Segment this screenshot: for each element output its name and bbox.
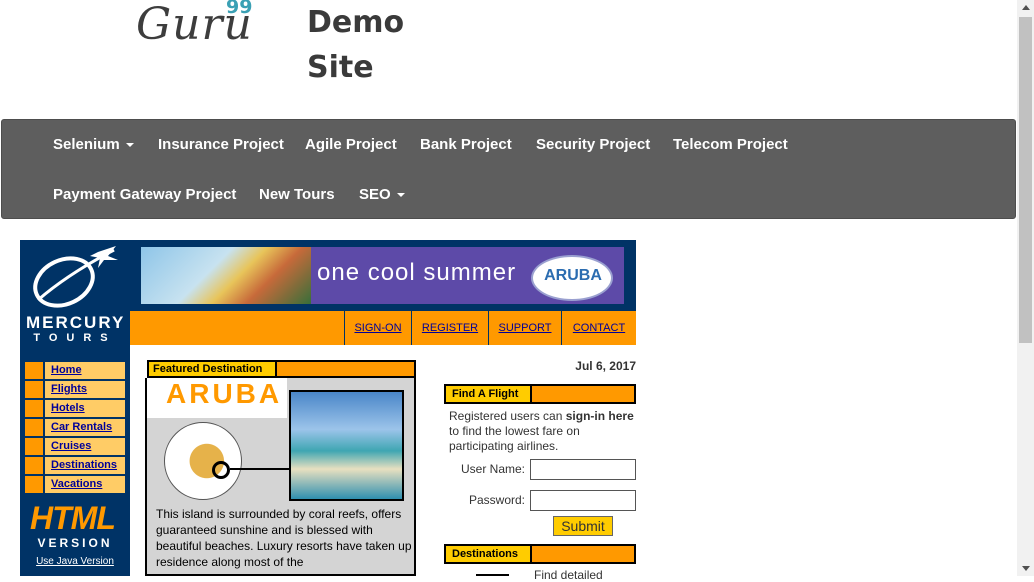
aruba-logo-text: ARUBA	[544, 267, 602, 284]
featured-description: This island is surrounded by coral reefs…	[156, 507, 412, 569]
mercury-brand: MERCURY	[26, 313, 126, 332]
scroll-down-arrow-icon[interactable]	[1022, 566, 1030, 571]
nav-selenium-label: Selenium	[53, 136, 120, 153]
side-link-flights[interactable]: Flights	[45, 381, 87, 398]
mercury-plane-logo-icon	[33, 246, 118, 308]
site-title-line2: Site	[307, 50, 374, 85]
side-link-car-rentals[interactable]: Car Rentals	[45, 419, 112, 436]
bullet-square-icon	[25, 457, 45, 474]
nav-agile-project[interactable]: Agile Project	[305, 136, 397, 153]
sign-on-link[interactable]: SIGN-ON	[344, 311, 411, 345]
html-version-badge: HTML	[30, 500, 116, 536]
globe-map-icon	[164, 422, 242, 500]
info-text-part1: Registered users can	[449, 409, 566, 423]
side-nav-row: Flights	[24, 380, 126, 399]
mercury-side-nav: Home Flights Hotels Car Rentals Cruises …	[24, 361, 126, 494]
nav-insurance-project[interactable]: Insurance Project	[158, 136, 284, 153]
side-link-destinations[interactable]: Destinations	[45, 457, 117, 474]
destinations-label-bar	[532, 544, 636, 564]
nav-bank-project[interactable]: Bank Project	[420, 136, 512, 153]
bullet-square-icon	[25, 476, 45, 493]
bullet-square-icon	[25, 381, 45, 398]
side-nav-row: Hotels	[24, 399, 126, 418]
bullet-square-icon	[25, 438, 45, 455]
sign-in-here-text: sign-in here	[565, 409, 634, 423]
username-input[interactable]	[530, 459, 636, 480]
find-flight-label-bar	[532, 384, 636, 404]
location-marker-icon	[212, 461, 230, 479]
nav-new-tours[interactable]: New Tours	[259, 186, 335, 203]
password-input[interactable]	[530, 490, 636, 511]
nav-selenium-dropdown[interactable]: Selenium	[53, 136, 134, 153]
caret-down-icon	[396, 193, 405, 198]
main-navbar	[1, 119, 1016, 219]
site-title-line1: Demo	[307, 5, 405, 40]
bullet-square-icon	[25, 400, 45, 417]
caret-down-icon	[125, 143, 134, 148]
bullet-square-icon	[25, 419, 45, 436]
tours-brand: TOURS	[33, 332, 117, 344]
scrollbar-thumb[interactable]	[1019, 17, 1032, 343]
use-java-version-link[interactable]: Use Java Version	[26, 556, 124, 567]
username-label: User Name:	[460, 462, 525, 476]
bullet-square-icon	[25, 362, 45, 379]
support-link[interactable]: SUPPORT	[488, 311, 561, 345]
pointer-line	[230, 468, 290, 470]
signin-info-text: Registered users can sign-in here to fin…	[449, 409, 635, 454]
side-nav-row: Home	[24, 361, 126, 380]
site-title: Demo Site	[307, 0, 404, 90]
side-link-hotels[interactable]: Hotels	[45, 400, 85, 417]
guru99-logo-number: 99	[226, 0, 253, 18]
featured-destination-label: Featured Destination	[147, 360, 277, 378]
find-flight-label: Find A Flight	[444, 384, 532, 404]
destinations-text: Find detailed	[534, 568, 603, 582]
destinations-label: Destinations	[444, 544, 532, 564]
featured-destination-name: ARUBA	[166, 378, 283, 409]
side-link-vacations[interactable]: Vacations	[45, 476, 102, 493]
side-link-home[interactable]: Home	[45, 362, 82, 379]
scroll-up-arrow-icon[interactable]	[1022, 5, 1030, 10]
side-link-cruises[interactable]: Cruises	[45, 438, 91, 455]
side-nav-row: Cruises	[24, 437, 126, 456]
contact-link[interactable]: CONTACT	[561, 311, 636, 345]
password-label: Password:	[468, 493, 525, 507]
nav-payment-gateway-project[interactable]: Payment Gateway Project	[53, 186, 236, 203]
side-nav-row: Vacations	[24, 475, 126, 494]
nav-telecom-project[interactable]: Telecom Project	[673, 136, 788, 153]
nav-seo-label: SEO	[359, 186, 391, 203]
current-date: Jul 6, 2017	[575, 359, 636, 373]
banner-photo	[141, 247, 311, 304]
featured-destination-label-bar	[277, 360, 416, 378]
info-text-part2: to find the lowest fare on participating…	[449, 424, 580, 453]
version-label: VERSION	[37, 536, 113, 550]
register-link[interactable]: REGISTER	[411, 311, 488, 345]
aruba-ad-banner[interactable]: one cool summer ARUBA	[139, 245, 626, 306]
nav-security-project[interactable]: Security Project	[536, 136, 650, 153]
side-nav-row: Destinations	[24, 456, 126, 475]
nav-seo-dropdown[interactable]: SEO	[359, 186, 405, 203]
aruba-beach-photo	[289, 390, 404, 501]
submit-button[interactable]: Submit	[553, 516, 613, 536]
banner-slogan: one cool summer	[317, 259, 517, 286]
side-nav-row: Car Rentals	[24, 418, 126, 437]
